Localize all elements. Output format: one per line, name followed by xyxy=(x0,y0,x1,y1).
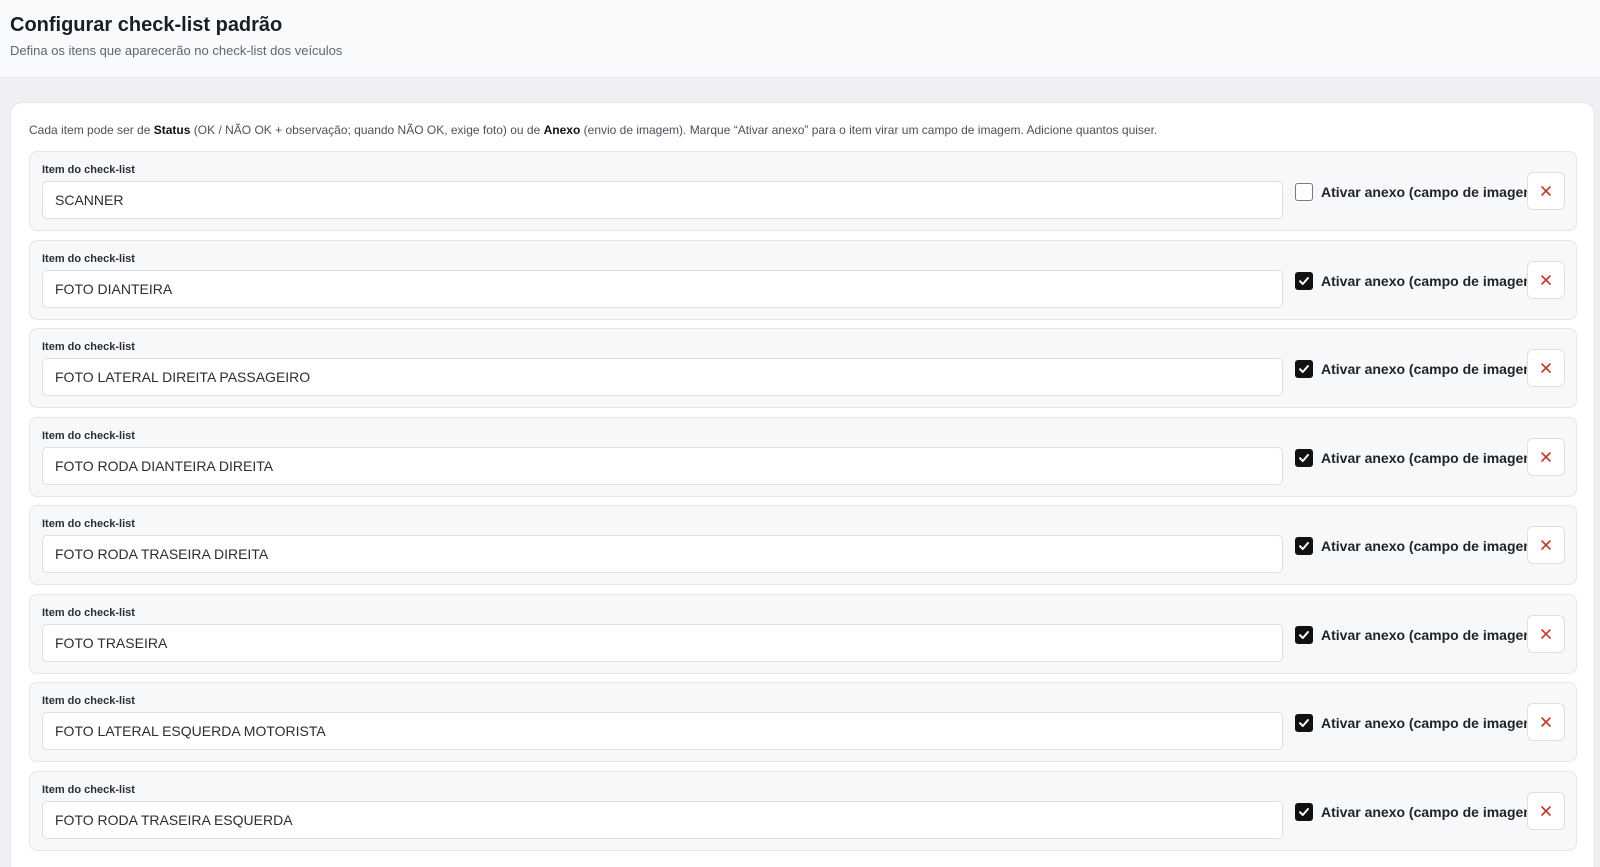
remove-item-button[interactable] xyxy=(1527,791,1565,830)
attach-checkbox[interactable] xyxy=(1295,625,1313,644)
help-anexo-term: Anexo xyxy=(543,123,581,137)
item-field-label: Item do check-list xyxy=(42,252,135,265)
attach-toggle[interactable]: Ativar anexo (campo de imagem) xyxy=(1295,182,1540,202)
remove-item-button[interactable] xyxy=(1527,349,1565,387)
checkmark-icon xyxy=(1299,276,1309,285)
checklist-item-row: Item do check-list Ativar anexo (campo d… xyxy=(29,151,1577,231)
item-field-label: Item do check-list xyxy=(42,164,135,176)
attach-label: Ativar anexo (campo de imagem) xyxy=(1321,538,1541,554)
close-icon xyxy=(1541,274,1551,285)
attach-checkbox[interactable] xyxy=(1295,714,1313,732)
checklist-item-row: Item do check-list Ativar anexo (campo d… xyxy=(29,770,1577,851)
close-icon xyxy=(1541,628,1551,639)
item-field-label: Item do check-list xyxy=(42,606,135,619)
attach-toggle[interactable]: Ativar anexo (campo de imagem) xyxy=(1295,713,1540,733)
remove-item-button[interactable] xyxy=(1527,172,1565,210)
checkmark-icon xyxy=(1299,365,1309,373)
remove-item-button[interactable] xyxy=(1527,526,1565,564)
remove-item-button[interactable] xyxy=(1527,260,1565,299)
close-icon xyxy=(1541,805,1551,816)
attach-label: Ativar anexo (campo de imagem) xyxy=(1321,715,1541,731)
checklist-item-row: Item do check-list Ativar anexo (campo d… xyxy=(29,682,1577,762)
checklist-card: Cada item pode ser de Status (OK / NÃO O… xyxy=(10,102,1595,867)
attach-toggle[interactable]: Ativar anexo (campo de imagem) xyxy=(1295,536,1540,556)
checklist-item-row: Item do check-list Ativar anexo (campo d… xyxy=(29,505,1577,585)
close-icon xyxy=(1541,186,1551,196)
attach-toggle[interactable]: Ativar anexo (campo de imagem) xyxy=(1295,448,1540,468)
help-text-part: Cada item pode ser de xyxy=(29,123,154,137)
checklist-item-row: Item do check-list Ativar anexo (campo d… xyxy=(29,416,1577,497)
page-subtitle: Defina os itens que aparecerão no check-… xyxy=(10,43,343,58)
item-name-input[interactable] xyxy=(42,358,1283,396)
checkmark-icon xyxy=(1299,542,1309,550)
remove-item-button[interactable] xyxy=(1527,614,1565,653)
item-name-input[interactable] xyxy=(42,800,1283,839)
help-text-part: (OK / NÃO OK + observação; quando NÃO OK… xyxy=(190,123,544,137)
attach-label: Ativar anexo (campo de imagem) xyxy=(1321,803,1541,820)
attach-label: Ativar anexo (campo de imagem) xyxy=(1321,184,1541,200)
item-field-label: Item do check-list xyxy=(42,341,135,353)
attach-checkbox[interactable] xyxy=(1295,802,1313,821)
checkmark-icon xyxy=(1299,719,1309,727)
help-status-term: Status xyxy=(153,123,191,137)
attach-toggle[interactable]: Ativar anexo (campo de imagem) xyxy=(1295,359,1540,379)
attach-checkbox[interactable] xyxy=(1295,360,1313,378)
remove-item-button[interactable] xyxy=(1527,703,1565,741)
item-name-input[interactable] xyxy=(42,535,1283,573)
attach-toggle[interactable]: Ativar anexo (campo de imagem) xyxy=(1295,625,1540,645)
item-field-label: Item do check-list xyxy=(42,695,135,707)
attach-label: Ativar anexo (campo de imagem) xyxy=(1321,626,1541,643)
page-header: Configurar check-list padrão Defina os i… xyxy=(0,0,1600,78)
attach-label: Ativar anexo (campo de imagem) xyxy=(1321,449,1541,466)
item-name-input[interactable] xyxy=(42,712,1283,750)
item-field-label: Item do check-list xyxy=(42,429,135,442)
attach-toggle[interactable]: Ativar anexo (campo de imagem) xyxy=(1295,802,1540,822)
attach-checkbox[interactable] xyxy=(1295,537,1313,555)
checklist-item-row: Item do check-list Ativar anexo (campo d… xyxy=(29,593,1577,674)
close-icon xyxy=(1541,451,1551,462)
checkmark-icon xyxy=(1299,807,1309,816)
item-field-label: Item do check-list xyxy=(42,783,135,796)
help-text: Cada item pode ser de Status (OK / NÃO O… xyxy=(29,123,1157,137)
checklist-item-row: Item do check-list Ativar anexo (campo d… xyxy=(29,239,1577,320)
item-name-input[interactable] xyxy=(42,181,1283,219)
item-name-input[interactable] xyxy=(42,269,1283,308)
attach-toggle[interactable]: Ativar anexo (campo de imagem) xyxy=(1295,271,1540,291)
remove-item-button[interactable] xyxy=(1527,437,1565,476)
checkmark-icon xyxy=(1299,630,1309,639)
attach-label: Ativar anexo (campo de imagem) xyxy=(1321,361,1541,377)
attach-checkbox[interactable] xyxy=(1295,183,1313,201)
item-name-input[interactable] xyxy=(42,623,1283,662)
item-field-label: Item do check-list xyxy=(42,518,135,530)
checkmark-icon xyxy=(1299,453,1309,462)
help-text-part: (envio de imagem). Marque “Ativar anexo”… xyxy=(580,123,1158,137)
close-icon xyxy=(1541,363,1551,373)
close-icon xyxy=(1541,540,1551,550)
attach-checkbox[interactable] xyxy=(1295,271,1313,290)
attach-label: Ativar anexo (campo de imagem) xyxy=(1321,272,1541,289)
close-icon xyxy=(1541,717,1551,727)
item-name-input[interactable] xyxy=(42,446,1283,485)
checklist-item-row: Item do check-list Ativar anexo (campo d… xyxy=(29,328,1577,408)
page-title: Configurar check-list padrão xyxy=(10,14,283,36)
attach-checkbox[interactable] xyxy=(1295,448,1313,467)
